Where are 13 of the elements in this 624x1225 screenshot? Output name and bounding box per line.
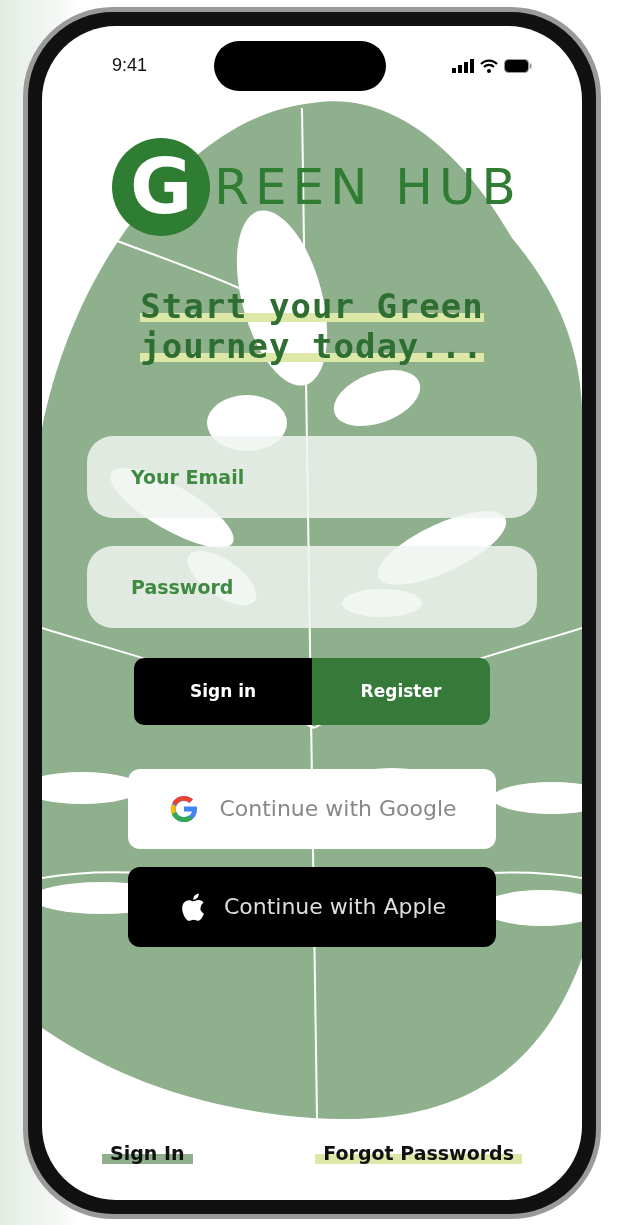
input-field[interactable]: Password <box>87 545 537 628</box>
google-button[interactable]: Continue with Google <box>128 768 496 849</box>
apple-button[interactable]: Continue with Apple <box>128 866 496 947</box>
wifi-icon <box>480 58 498 73</box>
signal-icon <box>452 58 474 73</box>
segment-tab[interactable]: Sign in <box>134 657 312 725</box>
input-field[interactable]: Your Email <box>87 435 537 518</box>
segment-tab[interactable]: Register <box>312 657 490 725</box>
status-time: 9:41 <box>112 55 148 76</box>
logo-initial: G <box>112 137 211 236</box>
footer-link[interactable]: Sign In <box>110 1141 185 1164</box>
footer-link[interactable]: Forgot Passwords <box>323 1141 514 1164</box>
battery-icon <box>504 58 532 73</box>
